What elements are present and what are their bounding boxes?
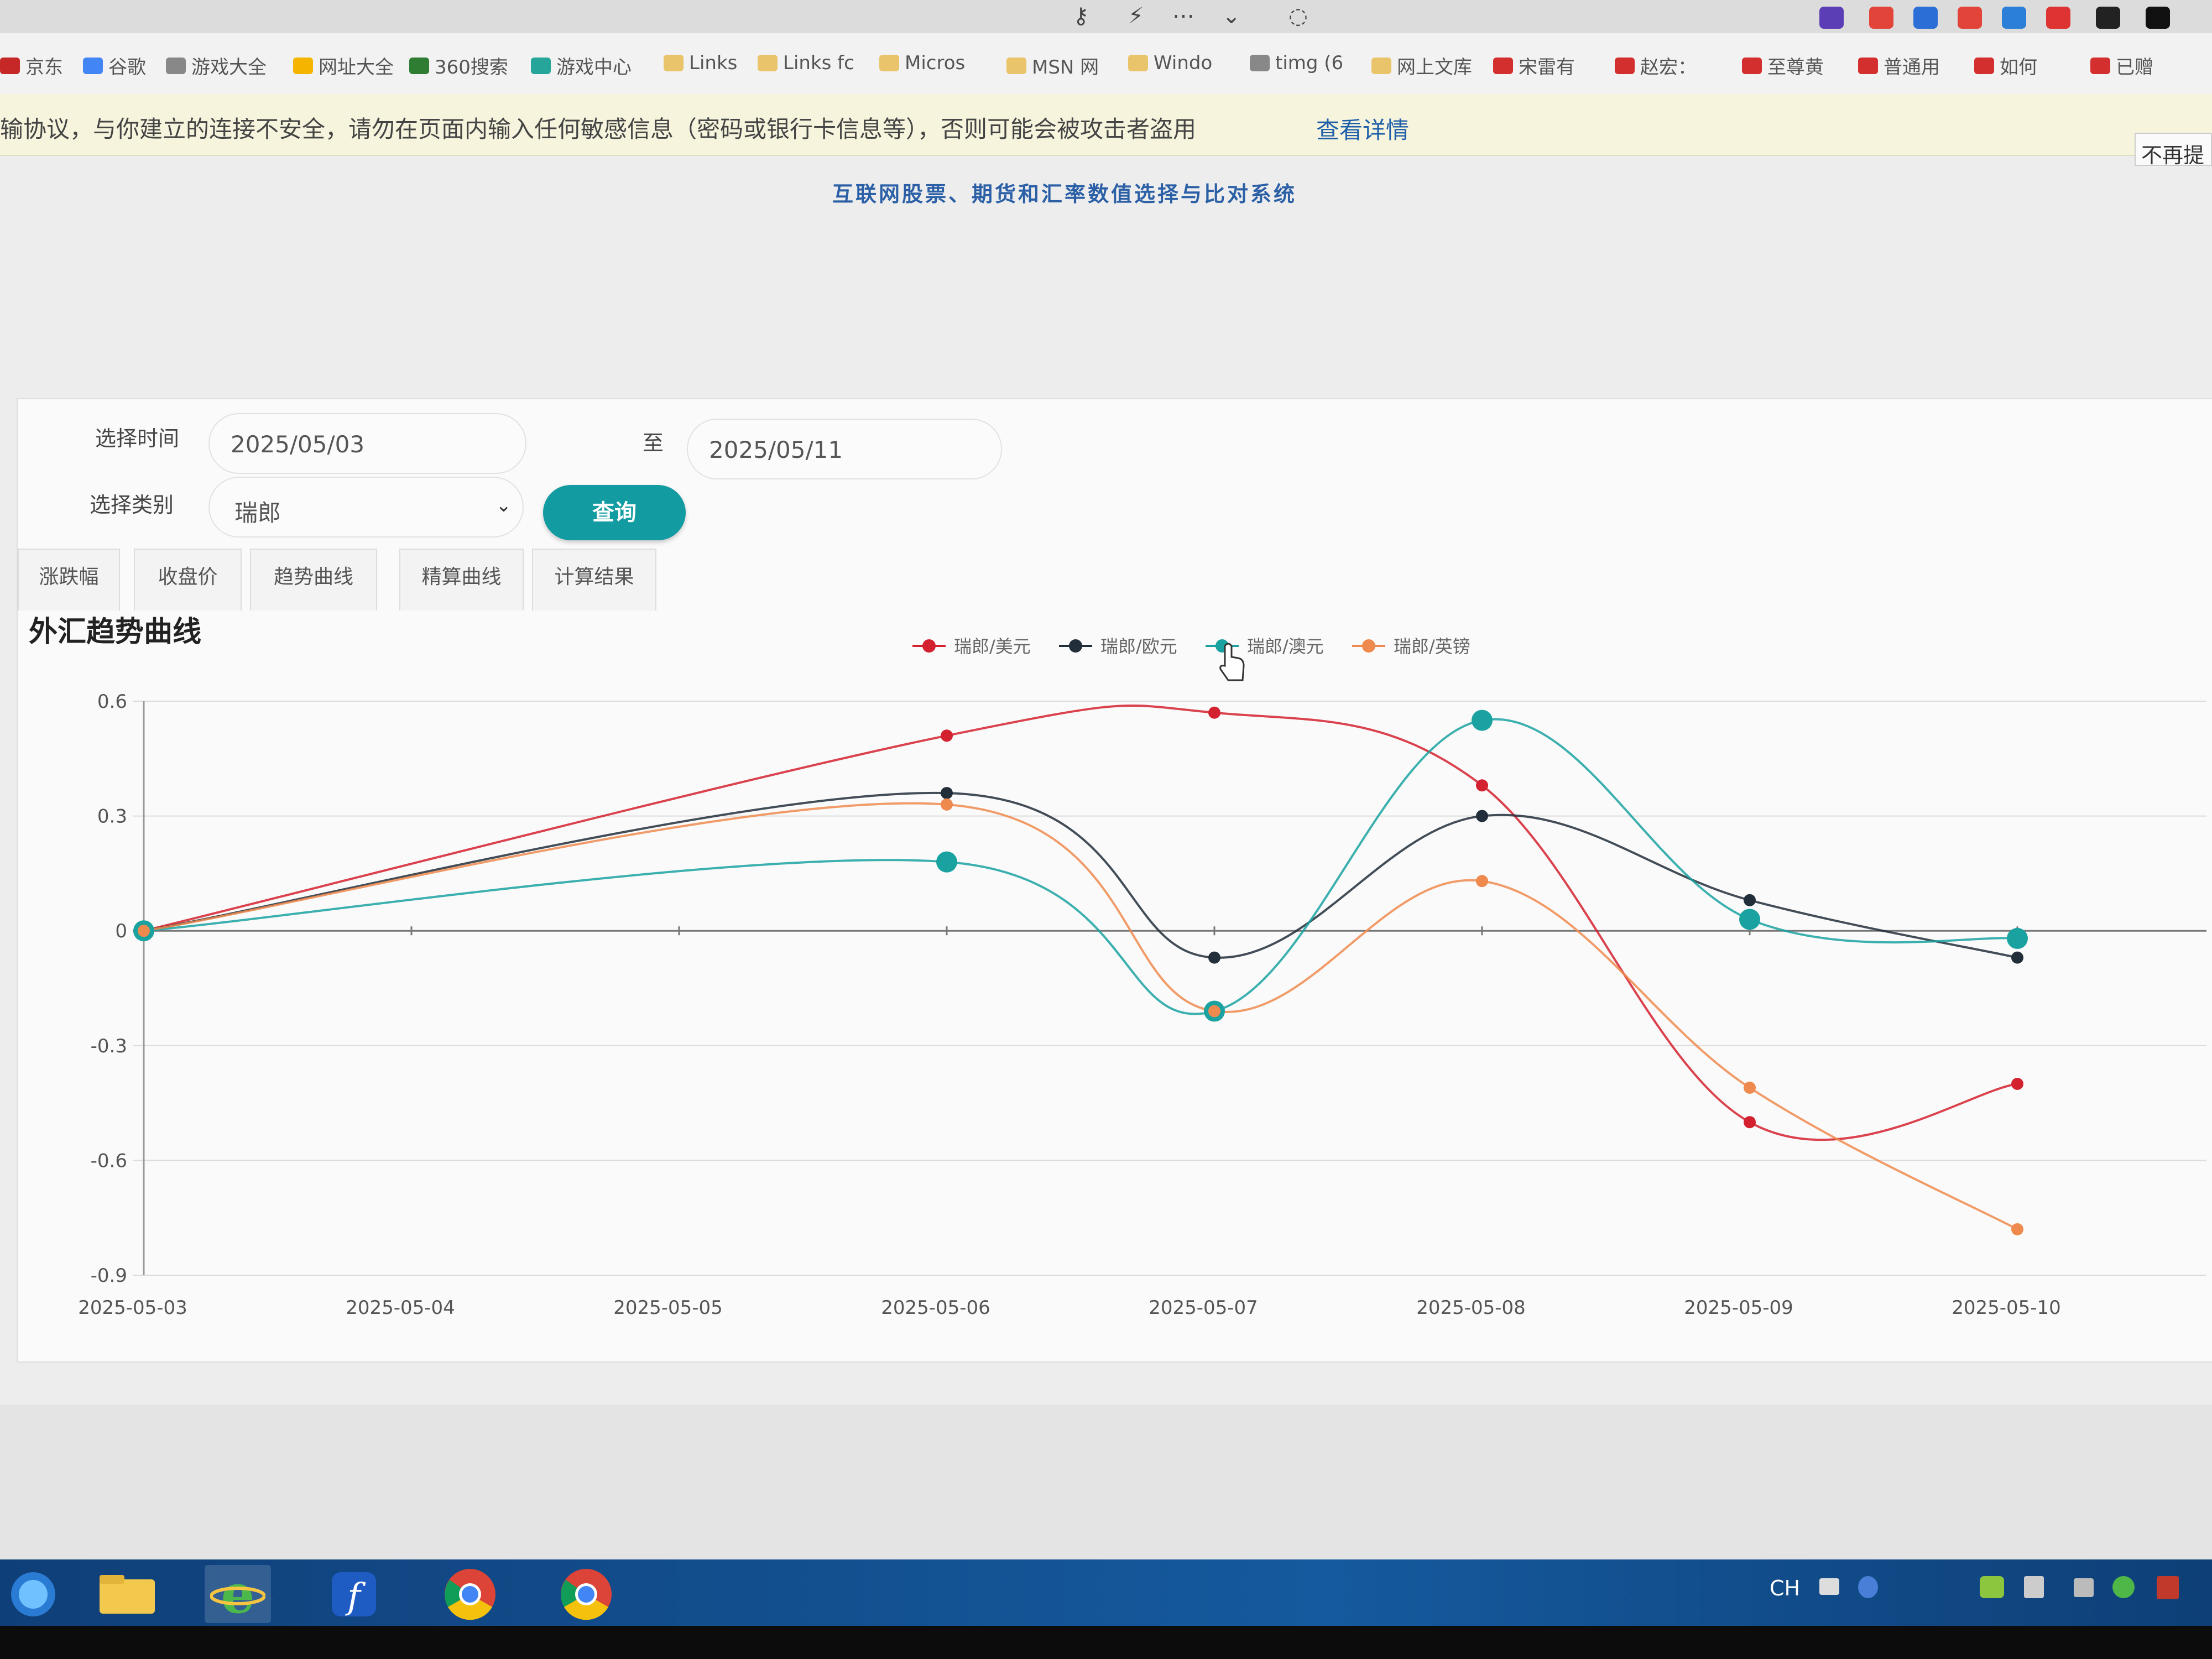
input-language-indicator[interactable]: CH	[1770, 1576, 1800, 1600]
data-point	[2011, 1078, 2023, 1090]
data-point	[1472, 709, 1493, 731]
legend-marker	[1362, 639, 1375, 653]
tray-app-icon[interactable]	[1980, 1576, 2004, 1598]
data-point	[1476, 779, 1488, 792]
x-tick-label: 2025-05-08	[1416, 1297, 1526, 1319]
y-tick-label: 0	[115, 920, 127, 942]
data-point	[2011, 951, 2023, 964]
screen-bezel	[0, 1626, 2212, 1659]
data-point	[941, 729, 953, 742]
y-tick-label: 0.3	[97, 806, 127, 828]
y-tick-label: 0.6	[97, 691, 127, 713]
flag-icon[interactable]	[2024, 1576, 2044, 1598]
x-tick-label: 2025-05-03	[78, 1297, 187, 1319]
x-tick-label: 2025-05-07	[1149, 1297, 1258, 1319]
data-point	[1208, 1005, 1220, 1018]
data-point	[1476, 810, 1488, 822]
x-tick-label: 2025-05-10	[1952, 1297, 2061, 1319]
taskbar: e f CH	[0, 1559, 2212, 1626]
legend-marker	[1069, 639, 1082, 653]
data-point	[1208, 951, 1220, 964]
data-point	[138, 925, 150, 937]
chrome-icon[interactable]	[553, 1565, 619, 1623]
x-tick-label: 2025-05-05	[613, 1297, 723, 1319]
y-tick-label: -0.3	[91, 1035, 127, 1057]
series-line	[143, 718, 2018, 1015]
network-icon[interactable]	[1858, 1576, 1878, 1598]
data-point	[1744, 894, 1756, 906]
start-orb-icon[interactable]	[0, 1565, 66, 1623]
legend-label: 瑞郎/英镑	[1394, 636, 1470, 657]
keyboard-icon[interactable]	[1819, 1578, 1839, 1595]
data-point	[941, 787, 953, 800]
x-tick-label: 2025-05-04	[346, 1297, 455, 1319]
series-line	[143, 802, 2018, 1230]
page-footer-area	[0, 1405, 2212, 1559]
data-point	[936, 851, 957, 873]
data-point	[1208, 706, 1220, 719]
data-point	[941, 798, 953, 811]
series-line	[143, 704, 2018, 1141]
tray-app-icon[interactable]	[2157, 1576, 2179, 1599]
legend-label: 瑞郎/美元	[954, 636, 1031, 657]
security-tray-icon[interactable]	[2112, 1576, 2135, 1598]
x-tick-label: 2025-05-06	[881, 1297, 990, 1319]
data-point	[2007, 928, 2028, 950]
volume-icon[interactable]	[2074, 1578, 2094, 1597]
x-tick-label: 2025-05-09	[1684, 1297, 1793, 1319]
ie-browser-icon[interactable]: e	[205, 1565, 271, 1623]
data-point	[2011, 1223, 2023, 1235]
file-explorer-icon[interactable]	[94, 1565, 160, 1623]
flash-icon[interactable]: f	[321, 1565, 387, 1623]
y-tick-label: -0.9	[91, 1265, 127, 1287]
data-point	[1744, 1116, 1756, 1129]
legend-label: 瑞郎/欧元	[1100, 636, 1177, 657]
svg-text:e: e	[221, 1569, 254, 1619]
legend-marker	[922, 639, 936, 653]
data-point	[1476, 875, 1488, 888]
y-tick-label: -0.6	[91, 1150, 127, 1172]
data-point	[1744, 1081, 1756, 1094]
chrome-icon[interactable]	[437, 1565, 503, 1623]
data-point	[1739, 909, 1760, 930]
series-line	[143, 791, 2018, 959]
legend-label: 瑞郎/澳元	[1247, 636, 1324, 657]
